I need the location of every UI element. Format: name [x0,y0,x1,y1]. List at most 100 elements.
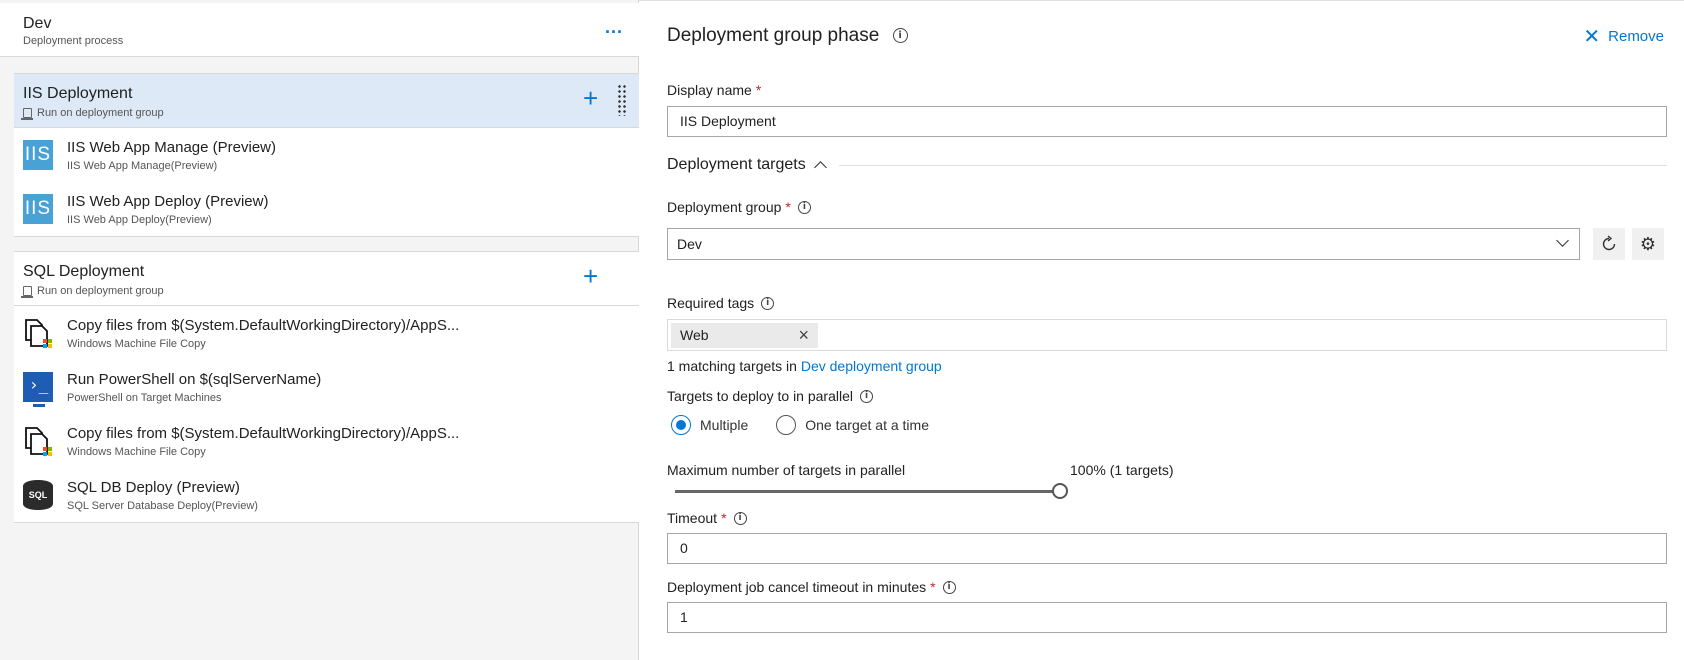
task-item[interactable]: IIS IIS Web App Manage (Preview) IIS Web… [14,128,639,182]
radio-button[interactable] [671,415,691,435]
phase-title: IIS Deployment [23,85,133,102]
info-icon[interactable]: i [942,580,956,594]
max-targets-label: Maximum number of targets in parallel [667,462,906,478]
phase-header-sql[interactable]: SQL Deployment Run on deployment group + [14,252,639,306]
task-subtitle: PowerShell on Target Machines [67,392,222,404]
drag-handle-icon[interactable] [617,84,627,116]
required-tags-label: Required tags i [667,295,775,311]
divider [838,164,1667,166]
task-title: IIS Web App Deploy (Preview) [67,193,269,210]
required-marker: * [930,579,936,595]
radio-one-target[interactable]: One target at a time [772,415,929,435]
remove-button[interactable]: ✕ Remove [1583,25,1664,48]
process-pane: Dev Deployment process ... IIS Deploymen… [0,0,639,660]
file-copy-icon [25,319,52,348]
matching-targets-text: 1 matching targets in Dev deployment gro… [667,358,942,374]
slider-thumb[interactable] [1052,483,1068,499]
more-options-button[interactable]: ... [605,17,623,38]
phase-settings-pane: Deployment group phase i ✕ Remove Displa… [640,3,1684,660]
phase-card-iis: IIS Deployment Run on deployment group +… [14,73,639,237]
powershell-icon [23,372,53,407]
radio-label: Multiple [700,417,749,433]
section-title-text: Deployment targets [667,156,806,173]
timeout-label-text: Timeout [667,510,718,526]
task-item[interactable]: Copy files from $(System.DefaultWorkingD… [14,414,639,468]
task-subtitle: Windows Machine File Copy [67,446,206,458]
phase-subtitle-text: Run on deployment group [37,285,164,297]
cancel-timeout-label: Deployment job cancel timeout in minutes… [667,579,956,595]
iis-icon: IIS [23,194,53,224]
task-subtitle: Windows Machine File Copy [67,338,206,350]
remove-label: Remove [1608,28,1664,45]
deployment-group-icon [21,286,33,298]
task-item[interactable]: SQL SQL DB Deploy (Preview) SQL Server D… [14,468,639,522]
phase-header-iis[interactable]: IIS Deployment Run on deployment group + [14,74,639,128]
section-title: Deployment targets [667,156,827,174]
task-item[interactable]: Run PowerShell on $(sqlServerName) Power… [14,360,639,414]
parallel-radio-group: Multiple One target at a time [667,415,929,435]
display-name-input[interactable]: IIS Deployment [667,106,1667,137]
cancel-timeout-label-text: Deployment job cancel timeout in minutes [667,579,927,595]
required-tags-label-text: Required tags [667,295,755,311]
manage-button[interactable]: ⚙ [1632,228,1664,260]
environment-title: Dev [23,15,52,32]
tag-chip: Web × [671,323,818,348]
task-subtitle: IIS Web App Deploy(Preview) [67,214,212,226]
display-name-label-text: Display name [667,82,752,98]
phase-title: SQL Deployment [23,263,145,280]
task-item[interactable]: Copy files from $(System.DefaultWorkingD… [14,306,639,360]
info-icon[interactable]: i [733,511,747,525]
phase-subtitle-text: Run on deployment group [37,107,164,119]
task-title: IIS Web App Manage (Preview) [67,139,276,156]
phase-subtitle: Run on deployment group [21,107,164,120]
max-targets-value: 100% (1 targets) [1070,462,1174,478]
environment-subtitle: Deployment process [23,35,124,47]
deployment-targets-section[interactable]: Deployment targets [667,156,1667,174]
task-title: Run PowerShell on $(sqlServerName) [67,371,322,388]
task-title: SQL DB Deploy (Preview) [67,479,240,496]
close-icon[interactable]: × [798,323,809,348]
sql-database-icon: SQL [23,480,53,510]
environment-header[interactable]: Dev Deployment process ... [0,3,639,57]
required-marker: * [755,82,762,98]
info-icon[interactable]: i [797,200,811,214]
matching-prefix: 1 matching targets in [667,358,801,374]
parallel-label: Targets to deploy to in parallel i [667,388,873,404]
tags-input[interactable]: Web × [667,319,1667,351]
parallel-label-text: Targets to deploy to in parallel [667,388,853,404]
deployment-group-select[interactable]: Dev [667,228,1580,260]
deployment-group-value: Dev [677,236,702,252]
add-task-button[interactable]: + [583,83,598,113]
gear-icon: ⚙ [1639,233,1657,254]
info-icon[interactable]: i [860,389,873,403]
add-task-button[interactable]: + [583,261,598,291]
refresh-button[interactable] [1593,228,1625,260]
cancel-timeout-input[interactable]: 1 [667,602,1667,633]
radio-button[interactable] [776,415,797,435]
iis-icon: IIS [23,140,53,170]
phase-subtitle: Run on deployment group [21,285,164,298]
timeout-input[interactable]: 0 [667,533,1667,564]
slider-track[interactable] [675,490,1060,493]
deployment-group-label-text: Deployment group [667,199,782,215]
radio-multiple[interactable]: Multiple [667,415,748,435]
file-copy-icon [25,427,52,456]
display-name-label: Display name * [667,82,761,98]
info-icon[interactable]: i [761,296,775,310]
radio-label: One target at a time [805,417,929,433]
task-title: Copy files from $(System.DefaultWorkingD… [67,317,460,334]
close-icon: ✕ [1583,25,1601,48]
deployment-group-icon [21,108,33,120]
panel-title-text: Deployment group phase [667,25,880,46]
refresh-icon [1602,235,1616,251]
timeout-label: Timeout * i [667,510,747,526]
deployment-group-link[interactable]: Dev deployment group [801,358,942,374]
task-subtitle: IIS Web App Manage(Preview) [67,160,218,172]
chevron-up-icon [813,161,827,174]
task-item[interactable]: IIS IIS Web App Deploy (Preview) IIS Web… [14,182,639,236]
info-icon[interactable]: i [892,28,908,44]
required-marker: * [721,510,727,526]
chevron-down-icon [1556,234,1569,247]
task-title: Copy files from $(System.DefaultWorkingD… [67,425,460,442]
deployment-group-label: Deployment group * i [667,199,811,215]
